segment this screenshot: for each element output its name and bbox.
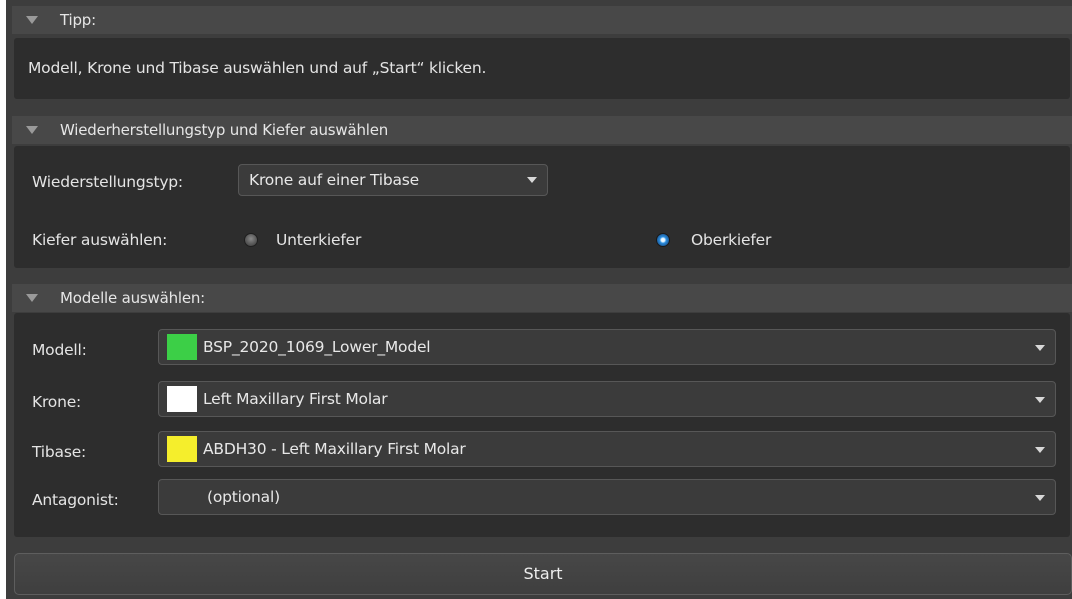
radio-unterkiefer[interactable] xyxy=(244,233,258,247)
section-body-models: Modell: BSP_2020_1069_Lower_Model Krone:… xyxy=(14,313,1070,537)
start-button[interactable]: Start xyxy=(14,553,1072,595)
crown-label: Krone: xyxy=(32,393,82,411)
section-header-tip[interactable]: Tipp: xyxy=(12,6,1072,34)
section-title-restoration: Wiederherstellungstyp und Kiefer auswähl… xyxy=(60,121,389,139)
tibase-select-value: ABDH30 - Left Maxillary First Molar xyxy=(203,440,466,458)
dropdown-arrow-icon xyxy=(1035,397,1045,403)
jaw-label: Kiefer auswählen: xyxy=(32,231,168,249)
dropdown-arrow-icon xyxy=(1035,345,1045,351)
section-header-restoration[interactable]: Wiederherstellungstyp und Kiefer auswähl… xyxy=(12,116,1072,144)
radio-oberkiefer-label[interactable]: Oberkiefer xyxy=(691,231,771,249)
restoration-type-select[interactable]: Krone auf einer Tibase xyxy=(238,164,548,196)
section-header-models[interactable]: Modelle auswählen: xyxy=(12,284,1072,312)
model-label: Modell: xyxy=(32,341,87,359)
section-body-restoration: Wiederstellungstyp: Krone auf einer Tiba… xyxy=(14,146,1070,268)
section-title-models: Modelle auswählen: xyxy=(60,289,206,307)
crown-select[interactable]: Left Maxillary First Molar xyxy=(158,381,1056,417)
collapse-triangle-icon[interactable] xyxy=(26,126,38,134)
section-body-tip: Modell, Krone und Tibase auswählen und a… xyxy=(14,38,1070,99)
dropdown-arrow-icon xyxy=(1035,447,1045,453)
tibase-color-swatch xyxy=(167,436,197,462)
tip-text: Modell, Krone und Tibase auswählen und a… xyxy=(28,59,487,77)
radio-oberkiefer[interactable] xyxy=(656,233,670,247)
crown-color-swatch xyxy=(167,386,197,412)
collapse-triangle-icon[interactable] xyxy=(26,294,38,302)
model-select-value: BSP_2020_1069_Lower_Model xyxy=(203,338,431,356)
antagonist-select-value: (optional) xyxy=(207,488,280,506)
radio-unterkiefer-label[interactable]: Unterkiefer xyxy=(276,231,361,249)
dropdown-arrow-icon xyxy=(1035,495,1045,501)
restoration-type-value: Krone auf einer Tibase xyxy=(249,171,420,189)
tibase-select[interactable]: ABDH30 - Left Maxillary First Molar xyxy=(158,431,1056,467)
antagonist-label: Antagonist: xyxy=(32,491,119,509)
antagonist-select[interactable]: (optional) xyxy=(158,479,1056,515)
collapse-triangle-icon[interactable] xyxy=(26,16,38,24)
section-title-tip: Tipp: xyxy=(60,11,96,29)
crown-select-value: Left Maxillary First Molar xyxy=(203,390,388,408)
model-color-swatch xyxy=(167,334,197,360)
restoration-type-label: Wiederstellungstyp: xyxy=(32,173,183,191)
model-select[interactable]: BSP_2020_1069_Lower_Model xyxy=(158,329,1056,365)
dropdown-arrow-icon xyxy=(527,177,537,183)
tibase-label: Tibase: xyxy=(32,443,87,461)
